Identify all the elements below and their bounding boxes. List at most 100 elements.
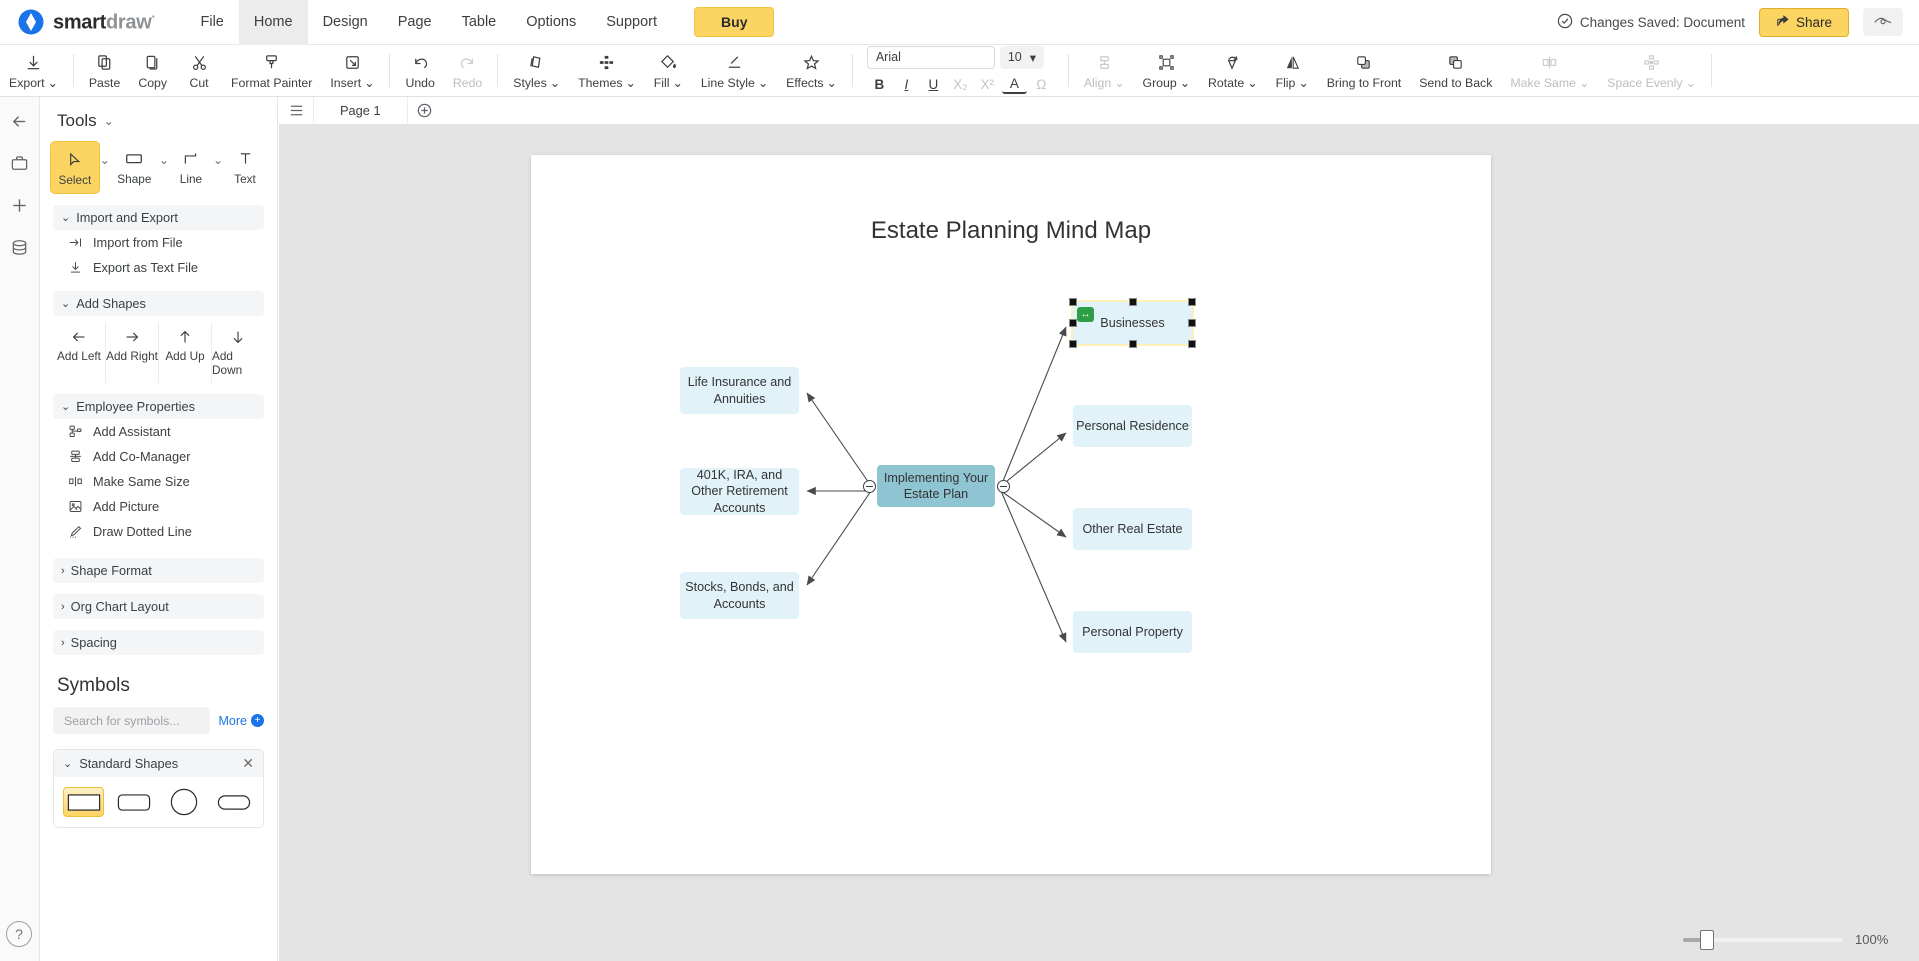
effects-button[interactable]: Effects ⌄ [777, 45, 846, 96]
text-color-button[interactable]: A [1001, 75, 1027, 94]
draw-dotted-line-item[interactable]: Draw Dotted Line [40, 519, 277, 544]
styles-button[interactable]: Styles ⌄ [504, 45, 569, 96]
shape-rectangle[interactable] [63, 787, 105, 817]
menu-item-options[interactable]: Options [511, 0, 591, 45]
back-arrow-button[interactable] [6, 107, 34, 135]
shape-stadium[interactable] [213, 787, 254, 817]
font-size-select[interactable]: 10 ▾ [999, 45, 1045, 69]
menu-item-design[interactable]: Design [308, 0, 383, 45]
selection-handle-sw[interactable] [1069, 340, 1077, 348]
data-button[interactable] [6, 233, 34, 261]
node-stocks-bonds-and-accounts[interactable]: Stocks, Bonds, and Accounts [680, 572, 799, 619]
node-personal-property[interactable]: Personal Property [1073, 611, 1192, 653]
menu-item-page[interactable]: Page [383, 0, 447, 45]
section-spacing[interactable]: › Spacing [53, 630, 264, 655]
import-from-file-item[interactable]: Import from File [40, 230, 277, 255]
help-button[interactable]: ? [6, 921, 32, 947]
templates-button[interactable] [6, 149, 34, 177]
shape-rounded-rectangle[interactable] [113, 787, 154, 817]
underline-button[interactable]: U [921, 74, 946, 96]
export-button[interactable]: Export ⌄ [0, 45, 67, 96]
make-same-size-item[interactable]: Make Same Size [40, 469, 277, 494]
section-shape-format[interactable]: › Shape Format [53, 558, 264, 583]
space-evenly-button[interactable]: Space Evenly ⌄ [1598, 45, 1705, 96]
tool-shape-caret[interactable]: ⌄ [159, 141, 169, 167]
section-org-chart-layout[interactable]: › Org Chart Layout [53, 594, 264, 619]
resize-width-badge[interactable]: ↔ [1077, 307, 1094, 322]
tool-shape[interactable]: Shape [110, 141, 159, 192]
node-life-insurance-and-annuities[interactable]: Life Insurance and Annuities [680, 367, 799, 414]
bring-to-front-button[interactable]: Bring to Front [1318, 45, 1411, 96]
group-button[interactable]: Group ⌄ [1134, 45, 1200, 96]
section-add-shapes[interactable]: ⌄ Add Shapes [53, 291, 264, 316]
diagram-page[interactable]: Estate Planning Mind Map Implementing Yo… [531, 155, 1491, 874]
export-as-text-file-item[interactable]: Export as Text File [40, 255, 277, 280]
symbols-more-link[interactable]: More + [219, 714, 264, 728]
section-import-export[interactable]: ⌄ Import and Export [53, 205, 264, 230]
selection-handle-w[interactable] [1069, 319, 1077, 327]
redo-button[interactable]: Redo [444, 45, 491, 96]
add-assistant-item[interactable]: Add Assistant [40, 419, 277, 444]
bold-button[interactable]: B [867, 74, 892, 96]
tool-select[interactable]: Select [50, 141, 100, 194]
add-right-button[interactable]: Add Right [106, 322, 159, 383]
menu-item-file[interactable]: File [186, 0, 239, 45]
symbol-search-input[interactable] [53, 713, 210, 728]
add-co-manager-item[interactable]: Add Co-Manager [40, 444, 277, 469]
node-implementing-your-estate-plan[interactable]: Implementing Your Estate Plan [877, 465, 995, 507]
subscript-button[interactable]: X₂ [948, 74, 973, 96]
menu-item-table[interactable]: Table [447, 0, 512, 45]
make-same-button[interactable]: Make Same ⌄ [1501, 45, 1598, 96]
add-down-button[interactable]: Add Down [212, 322, 264, 383]
node-other-real-estate[interactable]: Other Real Estate [1073, 508, 1192, 550]
smartdraw-logo[interactable]: smartdraw· [18, 9, 156, 35]
menu-item-support[interactable]: Support [591, 0, 672, 45]
close-icon[interactable]: ✕ [242, 755, 254, 772]
tool-text[interactable]: Text [223, 141, 267, 192]
add-button[interactable] [6, 191, 34, 219]
add-up-button[interactable]: Add Up [159, 322, 212, 383]
add-picture-item[interactable]: Add Picture [40, 494, 277, 519]
selection-handle-ne[interactable] [1188, 298, 1196, 306]
tool-line[interactable]: Line [169, 141, 213, 192]
zoom-slider-knob[interactable] [1700, 929, 1714, 950]
symbol-button[interactable]: Ω [1029, 74, 1054, 96]
add-page-button[interactable] [408, 102, 442, 119]
selection-handle-s[interactable] [1128, 340, 1137, 348]
rotate-button[interactable]: Rotate ⌄ [1199, 45, 1267, 96]
format-painter-button[interactable]: Format Painter [222, 45, 321, 96]
zoom-slider[interactable] [1683, 929, 1843, 950]
share-button[interactable]: Share [1758, 7, 1849, 37]
selection-handle-nw[interactable] [1069, 298, 1077, 306]
selection-handle-n[interactable] [1128, 298, 1137, 306]
superscript-button[interactable]: X² [975, 74, 1000, 96]
font-family-input[interactable] [866, 45, 995, 69]
italic-button[interactable]: I [894, 74, 919, 96]
copy-button[interactable]: Copy [129, 45, 176, 96]
line-style-button[interactable]: Line Style ⌄ [692, 45, 777, 96]
tools-panel-title[interactable]: Tools ⌄ [40, 97, 277, 141]
fill-button[interactable]: Fill ⌄ [645, 45, 692, 96]
section-employee-properties[interactable]: ⌄ Employee Properties [53, 394, 264, 419]
page-list-button[interactable] [279, 102, 313, 119]
tool-line-caret[interactable]: ⌄ [213, 141, 223, 167]
collapse-left-handle[interactable] [863, 480, 876, 493]
canvas-scroll-region[interactable]: Estate Planning Mind Map Implementing Yo… [279, 125, 1919, 961]
paste-button[interactable]: Paste [80, 45, 129, 96]
cut-button[interactable]: Cut [176, 45, 222, 96]
undo-button[interactable]: Undo [396, 45, 443, 96]
node-personal-residence[interactable]: Personal Residence [1073, 405, 1192, 447]
standard-shapes-header[interactable]: ⌄ Standard Shapes ✕ [54, 750, 263, 777]
collapse-right-handle[interactable] [997, 480, 1010, 493]
preview-eye-button[interactable] [1863, 8, 1903, 36]
align-button[interactable]: Align ⌄ [1075, 45, 1134, 96]
add-left-button[interactable]: Add Left [53, 322, 106, 383]
send-to-back-button[interactable]: Send to Back [1410, 45, 1501, 96]
node-401k-ira-and-other-retirement-accounts[interactable]: 401K, IRA, and Other Retirement Accounts [680, 468, 799, 515]
themes-button[interactable]: Themes ⌄ [569, 45, 645, 96]
selection-handle-se[interactable] [1188, 340, 1196, 348]
buy-button[interactable]: Buy [694, 7, 775, 37]
insert-button[interactable]: Insert ⌄ [321, 45, 383, 96]
flip-button[interactable]: Flip ⌄ [1267, 45, 1318, 96]
selection-handle-e[interactable] [1188, 319, 1196, 327]
